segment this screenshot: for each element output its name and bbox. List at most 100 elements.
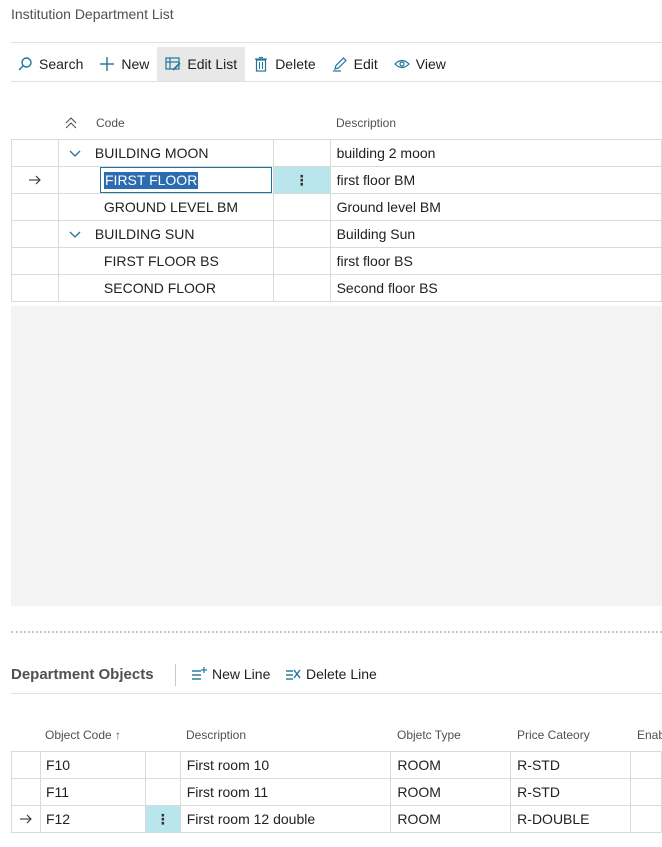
- edit-list-button[interactable]: Edit List: [157, 47, 246, 81]
- delete-line-button[interactable]: Delete Line: [285, 666, 377, 682]
- new-button[interactable]: New: [91, 47, 157, 81]
- object-type-cell[interactable]: ROOM: [390, 778, 512, 806]
- object-code-cell[interactable]: F12: [39, 805, 146, 833]
- selected-code-text: FIRST FLOOR: [104, 172, 199, 189]
- description-cell[interactable]: Second floor BS: [329, 274, 662, 302]
- action-cell[interactable]: [272, 247, 331, 275]
- column-header-object-type[interactable]: Objetc Type: [397, 728, 461, 742]
- view-button-label: View: [415, 56, 446, 72]
- current-row-arrow-icon: [19, 811, 33, 827]
- row-actions-menu-icon[interactable]: ⋮: [272, 166, 331, 194]
- row-marker[interactable]: [11, 751, 41, 779]
- column-header-object-code[interactable]: Object Code ↑: [45, 728, 121, 742]
- enabled-cell[interactable]: [630, 778, 662, 806]
- row-marker[interactable]: [11, 166, 59, 194]
- description-text: Ground level BM: [336, 199, 441, 215]
- table-row[interactable]: F10 First room 10 ROOM R-STD: [11, 751, 662, 779]
- description-cell[interactable]: First room 12 double: [179, 805, 392, 833]
- page-title: Institution Department List: [11, 6, 174, 22]
- code-text: GROUND LEVEL BM: [103, 199, 238, 215]
- column-header-price-category[interactable]: Price Cateory: [517, 728, 590, 742]
- table-row[interactable]: F11 First room 11 ROOM R-STD: [11, 778, 662, 806]
- object-type-cell[interactable]: ROOM: [390, 751, 512, 779]
- search-icon: [18, 57, 32, 71]
- divider: [11, 81, 662, 82]
- row-marker[interactable]: [11, 805, 41, 833]
- divider: [11, 42, 662, 43]
- object-code-cell[interactable]: F10: [39, 751, 146, 779]
- enabled-cell[interactable]: [630, 805, 662, 833]
- row-marker[interactable]: [11, 778, 41, 806]
- description-text: building 2 moon: [336, 145, 436, 161]
- delete-line-button-label: Delete Line: [306, 666, 377, 682]
- object-type-cell[interactable]: ROOM: [390, 805, 512, 833]
- enabled-cell[interactable]: [630, 751, 662, 779]
- edit-button-label: Edit: [353, 56, 378, 72]
- table-row[interactable]: F12 ⋮ First room 12 double ROOM R-DOUBLE: [11, 805, 662, 833]
- action-cell[interactable]: [272, 193, 331, 221]
- new-line-icon: [192, 667, 207, 680]
- resize-splitter[interactable]: [11, 631, 662, 633]
- column-header-description[interactable]: Description: [336, 116, 396, 130]
- row-marker[interactable]: [11, 139, 59, 167]
- table-row[interactable]: FIRST FLOOR BS first floor BS: [11, 247, 662, 275]
- description-text: First room 12 double: [186, 811, 316, 827]
- description-cell[interactable]: Ground level BM: [329, 193, 662, 221]
- row-marker[interactable]: [11, 220, 59, 248]
- edit-list-button-label: Edit List: [187, 56, 238, 72]
- description-text: First room 11: [186, 784, 269, 800]
- action-cell[interactable]: [272, 274, 331, 302]
- description-cell[interactable]: First room 10: [179, 751, 392, 779]
- description-cell[interactable]: First room 11: [179, 778, 392, 806]
- chevron-down-icon[interactable]: [59, 226, 95, 242]
- price-category-cell[interactable]: R-DOUBLE: [510, 805, 632, 833]
- header-text: Object Code: [45, 728, 112, 742]
- object-code-text: F11: [45, 784, 70, 800]
- description-cell[interactable]: first floor BM: [329, 166, 662, 194]
- table-row[interactable]: GROUND LEVEL BM Ground level BM: [11, 193, 662, 221]
- object-code-text: F10: [45, 757, 71, 773]
- code-cell[interactable]: GROUND LEVEL BM: [57, 193, 274, 221]
- description-text: Building Sun: [336, 226, 416, 242]
- object-code-text: F12: [45, 811, 71, 827]
- column-header-enabled[interactable]: Enab: [637, 728, 662, 742]
- edit-button[interactable]: Edit: [324, 47, 386, 81]
- row-actions-menu-icon[interactable]: ⋮: [144, 805, 181, 833]
- column-header-code[interactable]: Code: [96, 116, 125, 130]
- row-marker[interactable]: [11, 247, 59, 275]
- table-row[interactable]: BUILDING MOON building 2 moon: [11, 139, 662, 167]
- code-cell[interactable]: BUILDING MOON: [57, 139, 274, 167]
- chevron-down-icon[interactable]: [59, 145, 95, 161]
- collapse-all-icon[interactable]: [64, 116, 78, 135]
- description-cell[interactable]: Building Sun: [329, 220, 662, 248]
- description-text: First room 10: [186, 757, 270, 773]
- description-cell[interactable]: building 2 moon: [329, 139, 662, 167]
- price-category-text: R-STD: [517, 784, 560, 800]
- new-line-button[interactable]: New Line: [191, 666, 270, 682]
- price-category-cell[interactable]: R-STD: [510, 751, 632, 779]
- action-cell[interactable]: [144, 751, 181, 779]
- code-text: BUILDING MOON: [94, 145, 209, 161]
- pencil-icon: [332, 57, 347, 72]
- department-grid: BUILDING MOON building 2 moon ⋮ first fl…: [11, 139, 662, 302]
- table-row[interactable]: BUILDING SUN Building Sun: [11, 220, 662, 248]
- view-button[interactable]: View: [386, 47, 454, 81]
- code-edit-input[interactable]: FIRST FLOOR: [100, 167, 272, 193]
- code-cell[interactable]: FIRST FLOOR BS: [57, 247, 274, 275]
- action-cell[interactable]: [272, 139, 331, 167]
- code-cell[interactable]: BUILDING SUN: [57, 220, 274, 248]
- plus-icon: [100, 57, 115, 71]
- code-cell[interactable]: SECOND FLOOR: [57, 274, 274, 302]
- eye-icon: [393, 59, 410, 69]
- column-header-description[interactable]: Description: [186, 728, 246, 742]
- action-cell[interactable]: [144, 778, 181, 806]
- table-row[interactable]: SECOND FLOOR Second floor BS: [11, 274, 662, 302]
- action-cell[interactable]: [272, 220, 331, 248]
- row-marker[interactable]: [11, 274, 59, 302]
- delete-button[interactable]: Delete: [245, 47, 323, 81]
- object-code-cell[interactable]: F11: [39, 778, 146, 806]
- search-button[interactable]: Search: [11, 47, 91, 81]
- price-category-cell[interactable]: R-STD: [510, 778, 632, 806]
- description-cell[interactable]: first floor BS: [329, 247, 662, 275]
- row-marker[interactable]: [11, 193, 59, 221]
